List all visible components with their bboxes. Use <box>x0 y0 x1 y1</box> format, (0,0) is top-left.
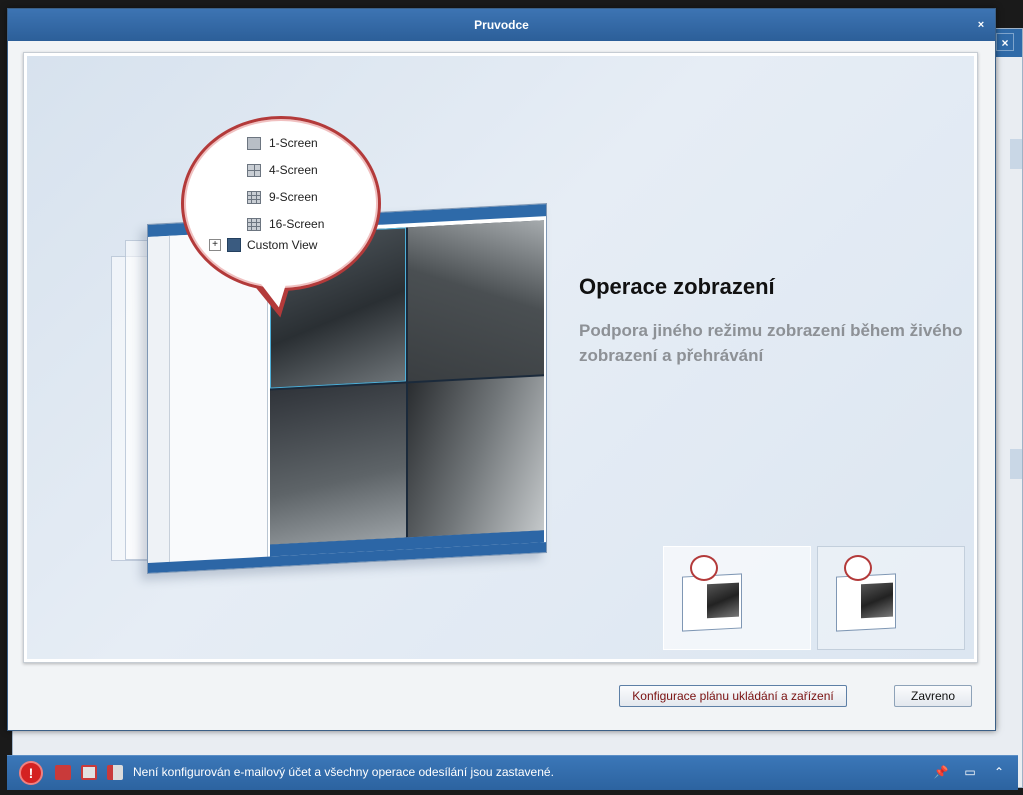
status-message: Není konfigurován e-mailový účet a všech… <box>133 765 554 779</box>
dialog-title: Pruvodce <box>474 18 529 32</box>
page-description: Podpora jiného režimu zobrazení během ži… <box>579 321 963 365</box>
configure-storage-schedule-button[interactable]: Konfigurace plánu ukládání a zařízení <box>619 685 847 707</box>
close-button[interactable]: Zavreno <box>894 685 972 707</box>
pin-icon[interactable]: 📌 <box>933 764 949 780</box>
background-panel-edge <box>1010 449 1022 479</box>
device-alarm-icon[interactable] <box>55 765 71 780</box>
page-title: Operace zobrazení <box>579 274 775 299</box>
wizard-thumbnail-2[interactable] <box>817 546 965 650</box>
wizard-content-frame: 1-Screen 4-Screen 9-Screen 16-Screen + C… <box>23 52 978 663</box>
custom-view-icon <box>227 238 241 252</box>
menu-item-16-screen: 16-Screen <box>247 211 324 238</box>
mockup-toolbar <box>148 235 170 563</box>
dialog-close-button[interactable]: × <box>973 17 989 33</box>
screen: × Pruvodce × 1-Screen 4-Screen 9-Screen … <box>0 0 1023 795</box>
menu-item-4-screen: 4-Screen <box>247 157 324 184</box>
background-panel-edge <box>1010 139 1022 169</box>
menu-item-9-screen: 9-Screen <box>247 184 324 211</box>
wizard-thumbnail-1[interactable] <box>663 546 811 650</box>
menu-item-1-screen: 1-Screen <box>247 130 324 157</box>
thumbnail-preview <box>682 573 742 632</box>
camera-view <box>408 220 544 382</box>
dialog-titlebar: Pruvodce <box>8 9 995 41</box>
collapse-icon[interactable]: ⌃ <box>991 764 1007 780</box>
sixteen-screen-icon <box>247 218 261 231</box>
nine-screen-icon <box>247 191 261 204</box>
thumbnail-callout <box>844 555 872 581</box>
expand-icon: + <box>209 239 221 251</box>
screen-layout-menu: 1-Screen 4-Screen 9-Screen 16-Screen <box>247 130 324 238</box>
camera-alarm-icon[interactable] <box>81 765 97 780</box>
background-close-button[interactable]: × <box>996 33 1014 51</box>
wizard-page: 1-Screen 4-Screen 9-Screen 16-Screen + C… <box>27 56 974 659</box>
camera-view <box>408 376 544 538</box>
feature-illustration: 1-Screen 4-Screen 9-Screen 16-Screen + C… <box>97 116 557 576</box>
camera-view <box>270 383 406 545</box>
alarm-icon[interactable]: ! <box>19 761 43 785</box>
status-bar: ! Není konfigurován e-mailový účet a vše… <box>7 755 1018 790</box>
quad-screen-icon <box>247 164 261 177</box>
thumbnail-preview <box>836 573 896 632</box>
email-warning-icon[interactable] <box>107 765 123 780</box>
single-screen-icon <box>247 137 261 150</box>
wizard-dialog: Pruvodce × 1-Screen 4-Screen 9-Screen 16… <box>7 8 996 731</box>
thumbnail-callout <box>690 555 718 581</box>
window-icon[interactable]: ▭ <box>962 764 978 780</box>
